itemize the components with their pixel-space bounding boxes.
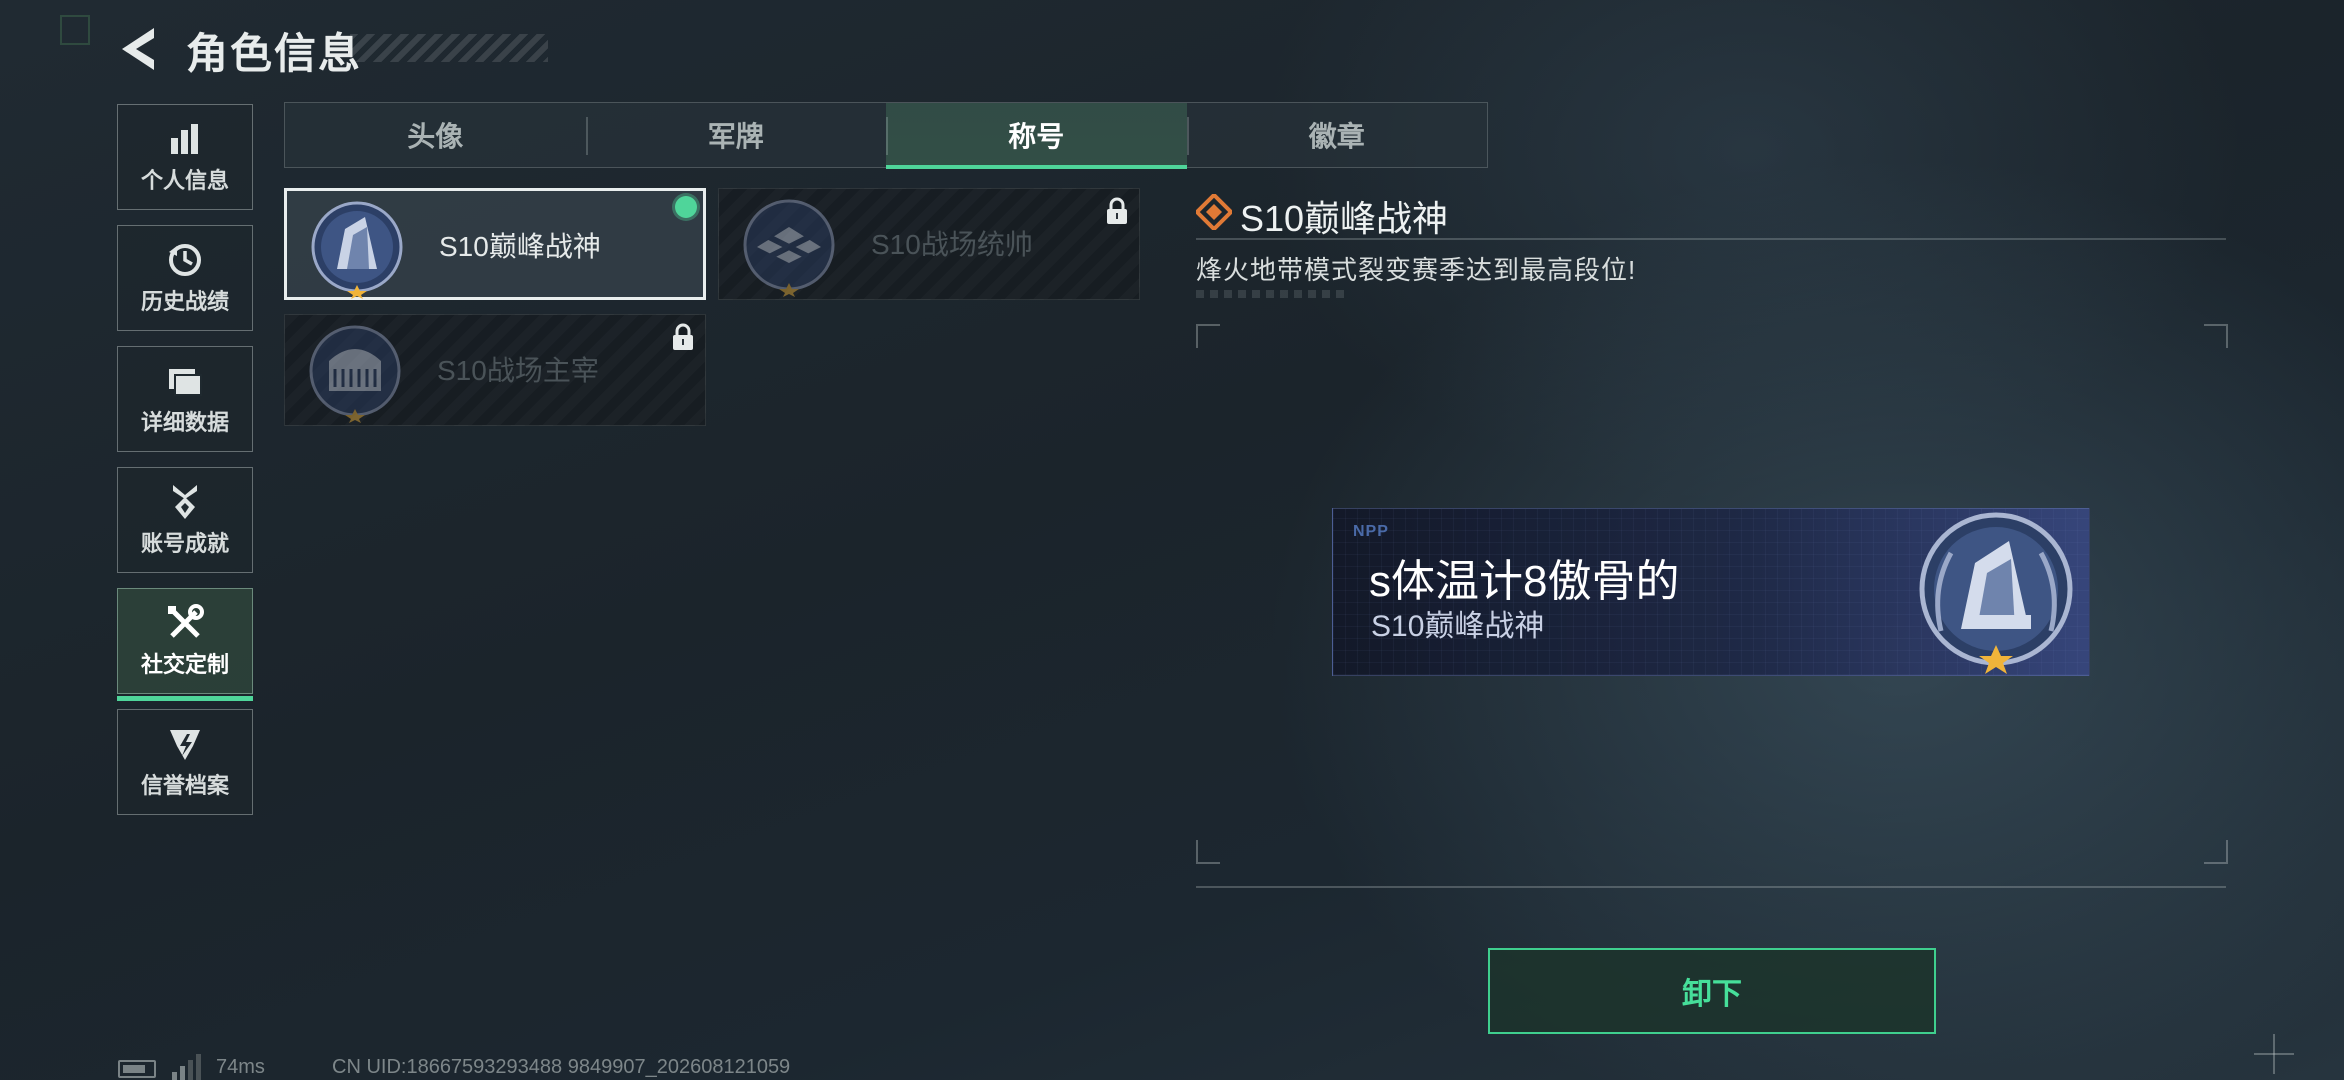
season-emblem-icon (1919, 512, 2073, 674)
sidebar-item-personal-info[interactable]: 个人信息 (117, 104, 253, 210)
title-decoration (350, 34, 548, 62)
tab-title[interactable]: 称号 (886, 103, 1187, 169)
divider (1196, 886, 2226, 888)
title-card-name: S10巅峰战神 (439, 231, 601, 262)
folder-data-icon (165, 361, 205, 401)
banner-title-text: S10巅峰战神 (1371, 610, 1545, 643)
detail-description: 烽火地带模式裂变赛季达到最高段位! (1196, 255, 1637, 285)
category-tabs: 头像 军牌 称号 徽章 (284, 102, 1488, 169)
tab-dog-tag[interactable]: 军牌 (585, 103, 887, 167)
lock-icon (1107, 197, 1127, 224)
season-emblem-icon (311, 201, 403, 299)
sidebar-item-label: 账号成就 (140, 531, 229, 556)
user-uid: CN UID:18667593293488 9849907_2026081210… (332, 1056, 791, 1078)
unequip-button[interactable]: 卸下 (1488, 948, 1936, 1034)
title-card-name: S10战场统帅 (871, 229, 1033, 260)
player-name: s体温计8傲骨的 (1369, 557, 1680, 606)
season-emblem-icon (743, 199, 835, 297)
title-card-field-commander[interactable]: S10战场统帅 (718, 188, 1140, 300)
divider (1196, 238, 2226, 240)
achievement-medal-icon (165, 482, 205, 522)
sidebar-item-detailed-data[interactable]: 详细数据 (117, 346, 253, 452)
back-button[interactable] (118, 26, 164, 72)
frame-corner (1196, 840, 1220, 864)
credit-shield-icon (165, 724, 205, 764)
back-arrow-icon (122, 28, 154, 70)
title-preview-banner: NPP s体温计8傲骨的 S10巅峰战神 (1332, 508, 2090, 676)
frame-corner (2204, 840, 2228, 864)
banner-tag: NPP (1353, 523, 1389, 540)
detail-title: S10巅峰战神 (1240, 198, 1449, 239)
title-card-peak-god[interactable]: S10巅峰战神 (284, 188, 706, 300)
tools-icon (165, 603, 205, 643)
bar-chart-icon (165, 119, 205, 159)
title-card-field-master[interactable]: S10战场主宰 (284, 314, 706, 426)
sidebar-item-history[interactable]: 历史战绩 (117, 225, 253, 331)
ping-readout: 74ms (216, 1056, 265, 1078)
sidebar-item-credit-record[interactable]: 信誉档案 (117, 709, 253, 815)
decorative-dashes (1196, 290, 1346, 298)
sidebar-item-achievements[interactable]: 账号成就 (117, 467, 253, 573)
battery-icon (118, 1060, 156, 1078)
signal-icon (172, 1054, 201, 1080)
title-diamond-icon (1196, 194, 1232, 230)
frame-corner (1196, 324, 1220, 348)
tab-badge[interactable]: 徽章 (1186, 103, 1488, 167)
sidebar-item-label: 个人信息 (140, 168, 229, 193)
history-clock-icon (165, 240, 205, 280)
lock-icon (673, 323, 693, 350)
sidebar-item-label: 信誉档案 (140, 773, 229, 798)
sidebar-item-label: 历史战绩 (140, 289, 229, 314)
frame-corner (2204, 324, 2228, 348)
tab-avatar[interactable]: 头像 (285, 103, 586, 167)
crosshair-icon (2254, 1034, 2294, 1074)
season-emblem-icon (309, 325, 401, 423)
sidebar-item-label: 社交定制 (140, 652, 229, 677)
page-title: 角色信息 (186, 30, 363, 77)
equipped-indicator (675, 196, 697, 218)
sidebar-item-social-custom[interactable]: 社交定制 (117, 588, 253, 701)
title-card-name: S10战场主宰 (437, 355, 599, 386)
sidebar-item-label: 详细数据 (140, 410, 229, 435)
corner-frame-mark (60, 15, 90, 45)
